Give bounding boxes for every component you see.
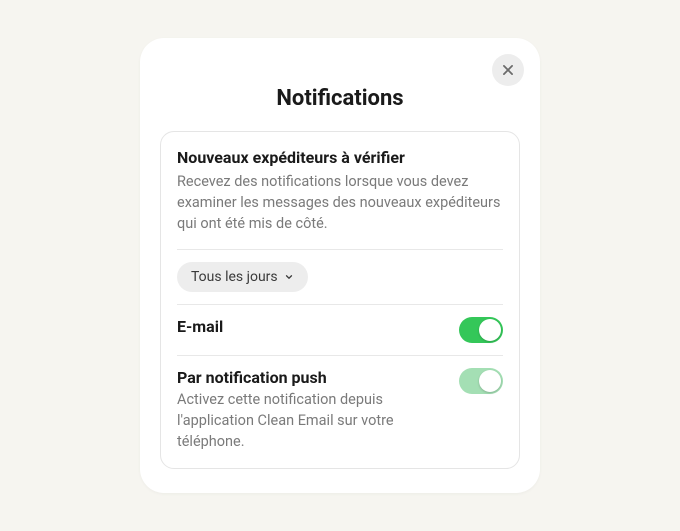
email-row: E-mail (177, 317, 503, 343)
chevron-down-icon (284, 272, 294, 282)
section-title: Nouveaux expéditeurs à vérifier (177, 148, 503, 167)
email-toggle[interactable] (459, 317, 503, 343)
frequency-dropdown[interactable]: Tous les jours (177, 262, 308, 292)
frequency-selected-label: Tous les jours (191, 269, 278, 285)
push-description: Activez cette notification depuis l'appl… (177, 389, 447, 452)
close-icon (501, 63, 515, 77)
new-senders-section: Nouveaux expéditeurs à vérifier Recevez … (160, 131, 520, 468)
push-toggle[interactable] (459, 368, 503, 394)
modal-title: Notifications (160, 86, 520, 111)
divider (177, 304, 503, 305)
email-label: E-mail (177, 317, 447, 336)
section-description: Recevez des notifications lorsque vous d… (177, 171, 503, 234)
push-row: Par notification push Activez cette noti… (177, 368, 503, 452)
divider (177, 355, 503, 356)
notifications-modal: Notifications Nouveaux expéditeurs à vér… (140, 38, 540, 492)
toggle-knob (479, 319, 501, 341)
close-button[interactable] (492, 54, 524, 86)
toggle-knob (479, 370, 501, 392)
push-label: Par notification push (177, 368, 447, 387)
divider (177, 249, 503, 250)
